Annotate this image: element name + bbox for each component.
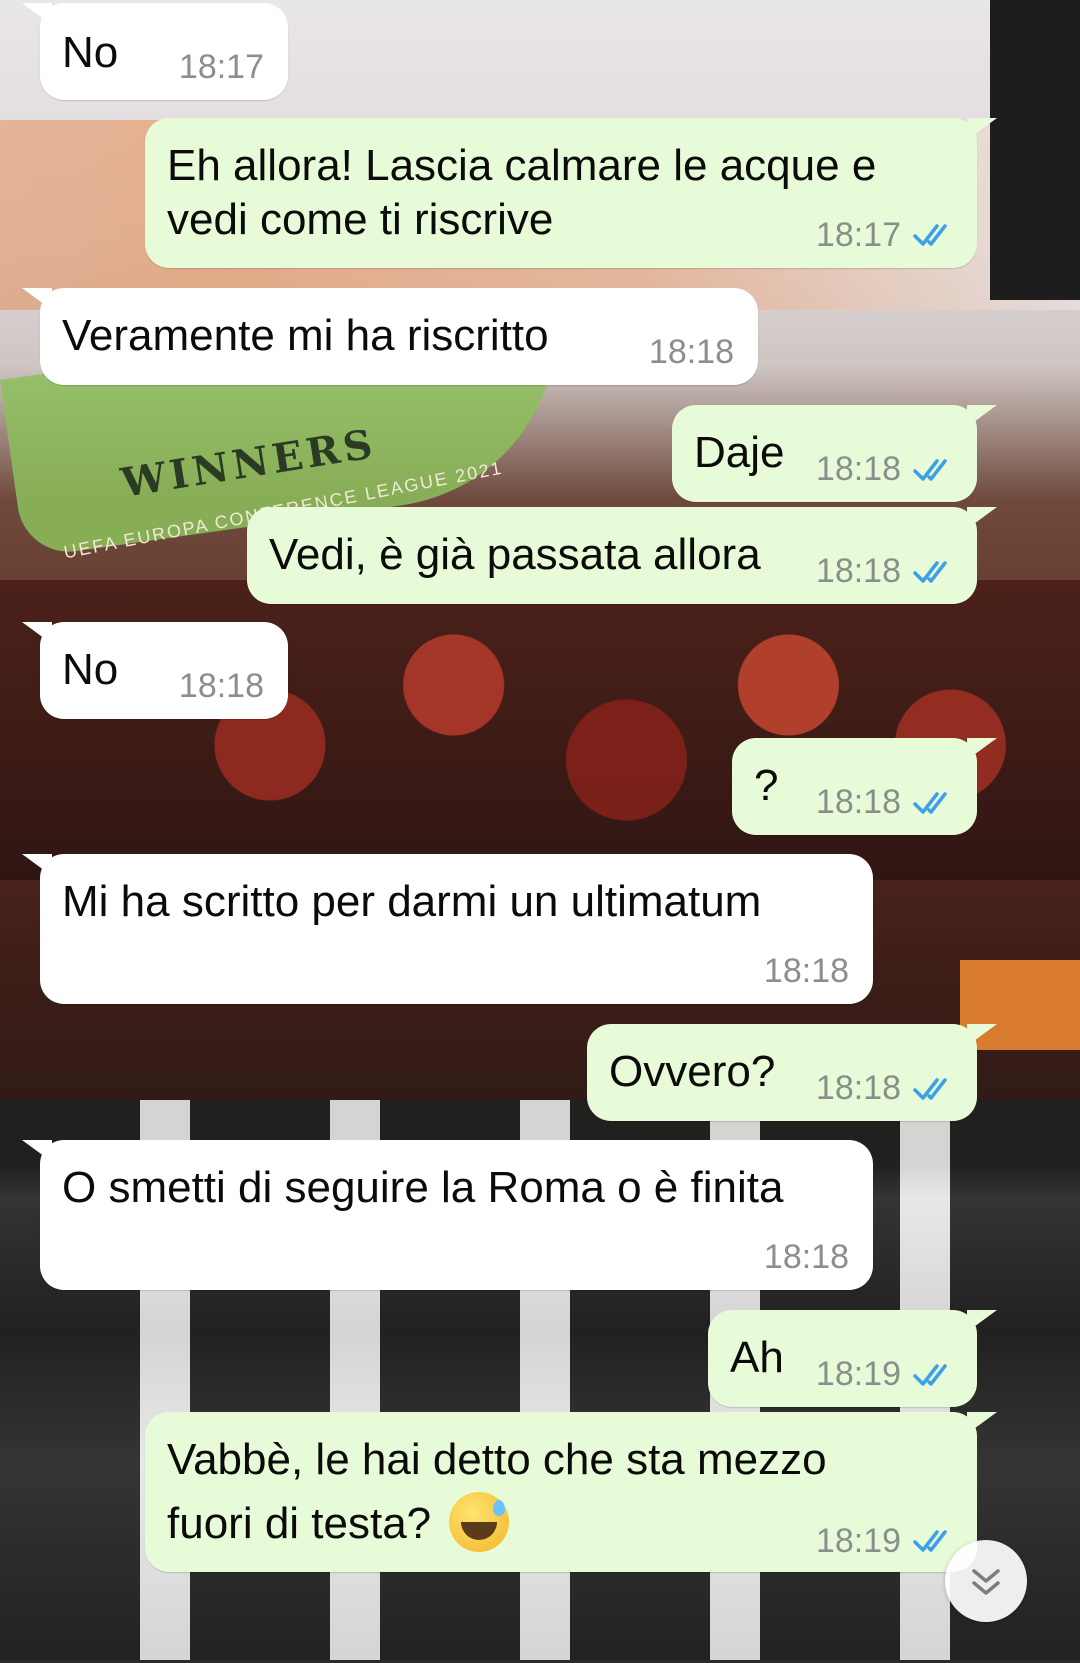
- incoming-message[interactable]: No 18:17: [22, 3, 288, 100]
- message-time: 18:18: [815, 552, 901, 590]
- message-time: 18:19: [815, 1355, 901, 1393]
- message-text-line-2: vedi come ti riscrive: [167, 195, 554, 244]
- outgoing-message[interactable]: Ovvero? 18:18: [587, 1024, 997, 1121]
- message-text-line-2: fuori di testa?: [167, 1492, 510, 1552]
- message-text: Ah: [730, 1333, 784, 1382]
- message-text: O smetti di seguire la Roma o è finita: [62, 1163, 784, 1212]
- message-time: 18:18: [178, 667, 264, 705]
- double-check-icon: [913, 1530, 947, 1552]
- double-check-icon: [913, 1078, 947, 1100]
- outgoing-message[interactable]: Ah 18:19: [708, 1310, 997, 1407]
- chevron-double-down-icon: [972, 1569, 1000, 1595]
- outgoing-message[interactable]: Daje 18:18: [672, 405, 997, 502]
- message-time: 18:18: [648, 333, 734, 371]
- double-check-icon: [913, 459, 947, 481]
- message-text-line-2-text: fuori di testa?: [167, 1499, 432, 1548]
- chat-message-list[interactable]: No 18:17 Eh allora! Lascia calmare le ac…: [0, 0, 1080, 1663]
- scroll-to-bottom-button[interactable]: [945, 1540, 1027, 1622]
- message-time: 18:18: [815, 783, 901, 821]
- message-time: 18:18: [815, 1069, 901, 1107]
- message-text: Daje: [694, 428, 785, 477]
- grinning-face-with-sweat-icon: [449, 1492, 510, 1552]
- double-check-icon: [913, 224, 947, 246]
- message-text: No: [62, 28, 119, 77]
- outgoing-message[interactable]: ? 18:18: [732, 738, 997, 835]
- double-check-icon: [913, 792, 947, 814]
- message-time: 18:17: [815, 216, 901, 254]
- outgoing-message[interactable]: Vabbè, le hai detto che sta mezzo fuori …: [145, 1412, 997, 1572]
- message-time: 18:18: [763, 1238, 849, 1276]
- message-time: 18:18: [815, 450, 901, 488]
- message-text: Ovvero?: [609, 1047, 776, 1096]
- message-text-line-1: Vabbè, le hai detto che sta mezzo: [167, 1435, 827, 1484]
- message-time: 18:17: [178, 48, 264, 86]
- message-text: Veramente mi ha riscritto: [62, 311, 549, 360]
- message-text: Mi ha scritto per darmi un ultimatum: [62, 877, 762, 926]
- incoming-message[interactable]: Veramente mi ha riscritto 18:18: [22, 288, 758, 385]
- double-check-icon: [913, 561, 947, 583]
- outgoing-message[interactable]: Vedi, è già passata allora 18:18: [247, 507, 997, 604]
- incoming-message[interactable]: O smetti di seguire la Roma o è finita 1…: [22, 1140, 873, 1290]
- message-text: Vedi, è già passata allora: [269, 530, 761, 579]
- double-check-icon: [913, 1364, 947, 1386]
- incoming-message[interactable]: No 18:18: [22, 622, 288, 719]
- incoming-message[interactable]: Mi ha scritto per darmi un ultimatum 18:…: [22, 854, 873, 1004]
- message-time: 18:18: [763, 952, 849, 990]
- message-text: ?: [754, 761, 779, 810]
- message-text-line-1: Eh allora! Lascia calmare le acque e: [167, 141, 877, 190]
- message-time: 18:19: [815, 1522, 901, 1560]
- message-text: No: [62, 645, 119, 694]
- outgoing-message[interactable]: Eh allora! Lascia calmare le acque e ved…: [145, 118, 997, 268]
